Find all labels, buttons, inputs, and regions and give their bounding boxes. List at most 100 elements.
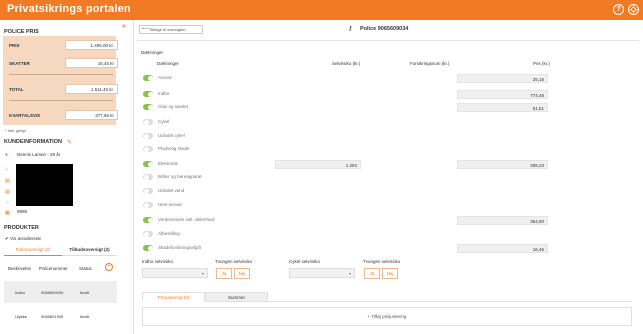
help-icon[interactable]: ? xyxy=(613,4,624,15)
customer-postcode: 9998 xyxy=(17,209,28,214)
gear-icon[interactable] xyxy=(628,4,639,15)
coverage-label: Udvidet cykel xyxy=(158,133,185,138)
coverage-label: Ansvar xyxy=(158,75,173,80)
coverage-row: Verdensrejse inkl. sikkerhed 354,50 xyxy=(143,216,633,226)
price-field: 289,33 xyxy=(457,160,548,169)
home-icon: ⌂ xyxy=(5,166,9,172)
tvungen-selvrisiko-label-2: Tvungen selvrisiko xyxy=(363,259,401,264)
tab-policeoversigt[interactable]: Policeoversigt (2) xyxy=(4,244,62,256)
coverage-toggle[interactable] xyxy=(143,202,153,208)
coverage-row: Hest ansvar xyxy=(143,201,633,211)
divider xyxy=(9,74,113,75)
calendar-icon: ▦ xyxy=(5,210,10,216)
tvungen-no-button[interactable]: Nej xyxy=(234,268,250,279)
coverage-toggle[interactable] xyxy=(143,174,153,180)
coverage-row: Elektronik 1.253 289,33 xyxy=(143,160,633,170)
top-bar: Privatsikrings portalen ? xyxy=(0,0,643,20)
cell-desc: Ulykke xyxy=(15,314,28,319)
app-title: Privatsikrings portalen xyxy=(7,3,131,15)
coverage-toggle[interactable] xyxy=(143,188,153,194)
price-value: 16,45 kr xyxy=(65,58,118,68)
cykel-selvrisiko-select[interactable]: ▾ xyxy=(289,268,355,278)
coverage-toggle[interactable] xyxy=(143,133,153,139)
deductible-field[interactable]: 1.253 xyxy=(275,160,361,169)
back-to-overview-button[interactable]: ⟵ Tilbage til oversigten xyxy=(139,25,203,34)
show-cancelled-checkbox[interactable]: ✔ Vis annullerede xyxy=(5,236,41,242)
coverage-label: Glas og sanitet xyxy=(158,104,189,109)
indbo-selvrisiko-select[interactable]: ▾ xyxy=(142,268,208,278)
collapse-sidebar-icon[interactable]: « xyxy=(122,23,126,30)
price-panel: PRIS 1.495,00 kr. SKATTER 16,45 kr TOTAL… xyxy=(3,36,118,125)
coverage-toggle[interactable] xyxy=(143,217,153,223)
divider xyxy=(137,40,639,41)
column-header-deductible: Selvrisiko (kr.) xyxy=(332,61,361,66)
coverage-label: Indbo xyxy=(158,91,170,96)
document-icon: ▤ xyxy=(5,189,10,195)
tab-tilbudsoversigt[interactable]: Tilbudsoversigt (2) xyxy=(62,244,117,256)
coverage-toggle[interactable] xyxy=(143,231,153,237)
products-tabs: Policeoversigt (2) Tilbudsoversigt (2) xyxy=(4,244,117,256)
check-icon: ✔ xyxy=(5,236,9,241)
coverage-row: Glas og sanitet 51,51 xyxy=(143,103,633,113)
police-title: Police 9065609034 xyxy=(360,26,408,32)
produkter-title: PRODUKTER xyxy=(4,225,39,231)
tvungen-selvrisiko-label: Tvungen selvrisiko xyxy=(215,259,253,264)
star-icon: ☆ xyxy=(5,200,10,206)
coverage-toggle[interactable] xyxy=(143,119,153,125)
cykel-selvrisiko-label: Cykel selvrisiko xyxy=(289,259,321,264)
tvungen2-yes-button[interactable]: Ja xyxy=(364,268,380,279)
price-field: 25,18 xyxy=(457,74,548,83)
price-field: 774,48 xyxy=(457,90,548,99)
coverage-label: Udvidet vand xyxy=(158,188,185,193)
arrow-left-icon: ⟵ xyxy=(142,26,150,32)
coverage-toggle[interactable] xyxy=(143,146,153,152)
kundeinformation-title: KUNDEINFORMATION xyxy=(4,139,62,145)
chevron-down-icon: ▾ xyxy=(201,271,204,276)
coverage-label: Hest ansvar xyxy=(158,202,183,207)
show-cancelled-label: Vis annullerede xyxy=(10,236,41,241)
coverage-row: Pludselig skade xyxy=(143,145,633,155)
edit-icon[interactable]: ✎ xyxy=(67,139,72,146)
divider xyxy=(9,100,113,101)
price-label: KVARTALSVIS xyxy=(9,113,41,118)
back-label: Tilbage til oversigten xyxy=(149,27,186,32)
coverage-toggle[interactable] xyxy=(143,75,153,81)
tvungen-yes-button[interactable]: Ja xyxy=(216,268,232,279)
coverage-row: Udvidet vand xyxy=(143,187,633,197)
tab-prisjustering[interactable]: Prisjustering (0) xyxy=(142,292,205,302)
tab-summer[interactable]: Summer xyxy=(205,292,268,302)
coverage-row: Ansvar 25,18 xyxy=(143,74,633,84)
tvungen2-no-button[interactable]: Nej xyxy=(382,268,398,279)
column-header: Status xyxy=(79,266,92,271)
customer-name: Dennis Larsen - 28 år xyxy=(17,152,61,157)
column-header: Policenummer xyxy=(39,266,68,271)
coverage-label: Pludselig skade xyxy=(158,146,190,151)
coverage-toggle[interactable] xyxy=(143,161,153,167)
person-icon: ● xyxy=(5,152,9,158)
coverage-toggle[interactable] xyxy=(143,245,153,251)
sidebar-divider xyxy=(118,20,134,334)
police-number: 9065609034 xyxy=(377,26,409,32)
price-field: 51,51 xyxy=(457,103,548,112)
table-row[interactable]: Ulykke 9065601939 Ikraft xyxy=(4,305,117,327)
coverage-toggle[interactable] xyxy=(143,104,153,110)
coverage-row: Cykel xyxy=(143,118,633,128)
price-label: SKATTER xyxy=(9,61,30,66)
add-prisjustering-link[interactable]: + Tilføj prisjustering xyxy=(143,314,631,319)
column-header: Beskrivelse xyxy=(8,266,32,271)
add-product-button[interactable]: + xyxy=(105,263,113,271)
coverage-row: Udvidet cykel xyxy=(143,132,633,142)
coverage-row: Briller og høreapparat xyxy=(143,173,633,183)
cell-status: Ikraft xyxy=(80,290,89,295)
coverage-toggle[interactable] xyxy=(143,91,153,97)
coverage-label: Cykel xyxy=(158,119,170,124)
price-value: 1.511,45 kr. xyxy=(65,84,118,94)
coverage-label: Afbestilling xyxy=(158,231,180,236)
price-value: 1.495,00 kr. xyxy=(65,40,118,50)
table-row[interactable]: Indbo 9065609034 Ikraft xyxy=(4,281,117,303)
chevron-down-icon: ▾ xyxy=(348,271,351,276)
price-label: TOTAL xyxy=(9,87,24,92)
price-field: 16,45 xyxy=(457,244,548,253)
police-label: Police xyxy=(360,26,377,32)
document-icon: ▤ xyxy=(5,178,10,184)
